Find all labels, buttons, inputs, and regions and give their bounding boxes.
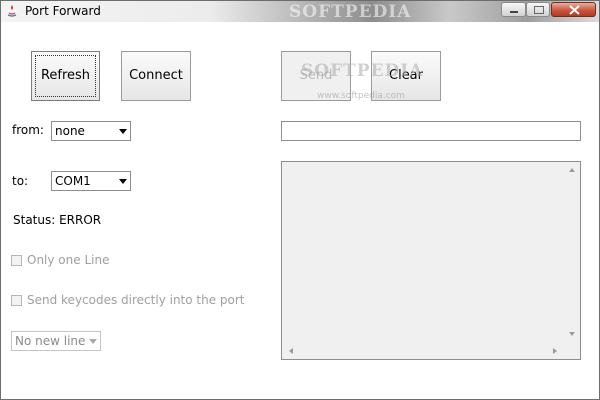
from-combo[interactable]: none <box>51 121 131 141</box>
vertical-scrollbar[interactable] <box>563 162 580 342</box>
scroll-left-icon[interactable] <box>289 348 293 354</box>
only-one-line-checkbox[interactable]: Only one Line <box>11 253 211 269</box>
scroll-down-icon[interactable] <box>569 332 575 336</box>
scroll-up-icon[interactable] <box>569 168 575 172</box>
chevron-down-icon <box>89 339 97 344</box>
newline-combo[interactable]: No new line <box>11 331 101 351</box>
horizontal-scrollbar[interactable] <box>282 343 563 359</box>
to-combo[interactable]: COM1 <box>51 171 131 191</box>
minimize-button[interactable] <box>501 2 526 17</box>
maximize-icon <box>534 6 544 14</box>
maximize-button[interactable] <box>526 2 550 17</box>
softpedia-url: www.softpedia.com <box>317 91 405 101</box>
newline-combo-value: No new line <box>15 334 86 348</box>
only-one-line-label: Only one Line <box>27 253 110 267</box>
java-icon <box>5 4 19 18</box>
softpedia-watermark: SOFTPEDIA <box>301 61 424 81</box>
from-combo-value: none <box>55 124 85 138</box>
send-keycodes-checkbox[interactable]: Send keycodes directly into the port <box>11 293 245 309</box>
to-label: to: <box>12 174 29 188</box>
output-textarea[interactable] <box>281 161 581 360</box>
close-button[interactable] <box>551 2 596 17</box>
from-label: from: <box>12 123 44 137</box>
to-combo-value: COM1 <box>55 174 91 188</box>
checkbox-box <box>11 255 22 266</box>
connect-button-label: Connect <box>129 68 183 83</box>
title-watermark: SOFTPEDIA <box>289 2 412 22</box>
port-forward-window: Port Forward SOFTPEDIA Refresh Connect S… <box>0 0 600 400</box>
checkbox-box <box>11 295 22 306</box>
chevron-down-icon <box>119 129 127 134</box>
title-bar[interactable]: Port Forward SOFTPEDIA <box>1 1 599 22</box>
close-icon <box>569 5 580 15</box>
status-text: Status: ERROR <box>13 213 102 227</box>
send-keycodes-label: Send keycodes directly into the port <box>27 293 245 307</box>
connect-button[interactable]: Connect <box>121 51 191 101</box>
window-title: Port Forward <box>25 4 101 18</box>
scroll-right-icon[interactable] <box>553 348 557 354</box>
refresh-button[interactable]: Refresh <box>31 51 100 101</box>
message-input[interactable] <box>281 121 581 141</box>
focus-ring <box>35 55 96 97</box>
chevron-down-icon <box>119 179 127 184</box>
minimize-icon <box>510 11 518 13</box>
